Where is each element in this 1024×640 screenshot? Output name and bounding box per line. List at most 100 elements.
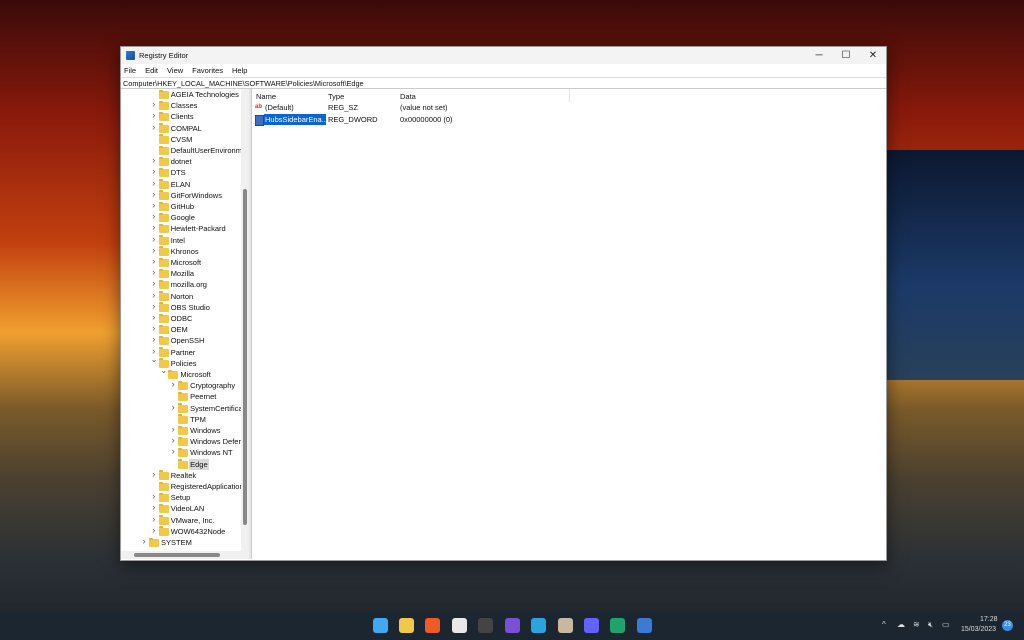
minimize-button[interactable]: ─: [805, 47, 833, 64]
menu-help[interactable]: Help: [232, 66, 247, 75]
chevron-right-icon[interactable]: ›: [151, 312, 157, 322]
tree-horizontal-scrollbar[interactable]: [121, 551, 249, 559]
tree-item[interactable]: › Windows: [121, 424, 249, 436]
chevron-right-icon[interactable]: ›: [151, 200, 157, 210]
edge-dev-icon[interactable]: [610, 618, 625, 633]
tree-item[interactable]: › OBS Studio: [121, 301, 249, 313]
tree-item[interactable]: AGEIA Technologies: [121, 89, 249, 100]
tree-item[interactable]: › Partner: [121, 346, 249, 358]
close-button[interactable]: ✕: [859, 47, 887, 64]
tree-item[interactable]: ⌄ Policies: [121, 355, 249, 369]
menu-view[interactable]: View: [167, 66, 183, 75]
tree-item[interactable]: › ODBC: [121, 312, 249, 324]
telegram-icon[interactable]: [531, 618, 546, 633]
chevron-right-icon[interactable]: ›: [151, 234, 157, 244]
chevron-right-icon[interactable]: ›: [151, 245, 157, 255]
column-header-type[interactable]: Type: [328, 91, 344, 101]
column-header-data[interactable]: Data: [400, 91, 416, 101]
scroll-thumb[interactable]: [243, 189, 247, 525]
tree-item[interactable]: › VMware, Inc.: [121, 514, 249, 526]
chevron-right-icon[interactable]: ›: [151, 334, 157, 344]
chevron-down-icon[interactable]: ⌄: [160, 366, 167, 375]
app-icon[interactable]: [637, 618, 652, 633]
chevron-right-icon[interactable]: ›: [151, 525, 157, 535]
tree-item[interactable]: › OEM: [121, 323, 249, 335]
mastodon-icon[interactable]: [584, 618, 599, 633]
tree-item[interactable]: › Intel: [121, 234, 249, 246]
tree-item[interactable]: Peernet: [121, 391, 249, 402]
clock-time[interactable]: 17:28: [980, 616, 998, 623]
tree-item[interactable]: › Mozilla: [121, 267, 249, 279]
brave-icon[interactable]: [425, 618, 440, 633]
tree-item[interactable]: › Windows NT: [121, 446, 249, 458]
scroll-thumb[interactable]: [134, 553, 220, 557]
chevron-right-icon[interactable]: ›: [151, 290, 157, 300]
chevron-right-icon[interactable]: ›: [151, 491, 157, 501]
wifi-icon[interactable]: ≋: [913, 620, 920, 629]
tree-item[interactable]: › Classes: [121, 99, 249, 111]
tree-item[interactable]: › Khronos: [121, 245, 249, 257]
tree-item[interactable]: TPM: [121, 414, 249, 425]
onedrive-icon[interactable]: ☁: [897, 620, 905, 629]
start-icon[interactable]: [373, 618, 388, 633]
tree-item[interactable]: › Google: [121, 211, 249, 223]
chevron-right-icon[interactable]: ›: [151, 469, 157, 479]
chevron-right-icon[interactable]: ›: [151, 256, 157, 266]
tree-item[interactable]: › OpenSSH: [121, 334, 249, 346]
pane-splitter[interactable]: [249, 89, 252, 559]
maximize-button[interactable]: ☐: [832, 47, 860, 64]
tree-item[interactable]: DefaultUserEnvironme: [121, 145, 249, 156]
chevron-right-icon[interactable]: ›: [151, 267, 157, 277]
file-explorer-icon[interactable]: [399, 618, 414, 633]
tree-item[interactable]: › Hewlett-Packard: [121, 222, 249, 234]
chevron-right-icon[interactable]: ›: [170, 379, 176, 389]
terminal-icon[interactable]: [478, 618, 493, 633]
chevron-right-icon[interactable]: ›: [151, 155, 157, 165]
chevron-right-icon[interactable]: ›: [151, 211, 157, 221]
menu-edit[interactable]: Edit: [145, 66, 158, 75]
store-icon[interactable]: [452, 618, 467, 633]
menu-file[interactable]: File: [124, 66, 136, 75]
chevron-right-icon[interactable]: ›: [141, 536, 147, 546]
tree-item[interactable]: › Cryptography: [121, 379, 249, 391]
tree-item[interactable]: ⌄ Microsoft: [121, 366, 249, 380]
regedit-icon[interactable]: [558, 618, 573, 633]
obsidian-icon[interactable]: [505, 618, 520, 633]
chevron-right-icon[interactable]: ›: [151, 122, 157, 132]
tree-item[interactable]: › Setup: [121, 491, 249, 503]
chevron-right-icon[interactable]: ›: [170, 402, 176, 412]
title-bar[interactable]: Registry Editor ─ ☐ ✕: [121, 47, 886, 64]
tree-item[interactable]: › Clients: [121, 110, 249, 122]
chevron-right-icon[interactable]: ›: [151, 222, 157, 232]
tree-item[interactable]: › VideoLAN: [121, 502, 249, 514]
tree-item[interactable]: CVSM: [121, 134, 249, 145]
chevron-right-icon[interactable]: ›: [151, 323, 157, 333]
clock-date[interactable]: 15/03/2023: [961, 626, 996, 633]
tree-item[interactable]: › Windows Defer: [121, 435, 249, 447]
chevron-right-icon[interactable]: ›: [151, 514, 157, 524]
notification-badge[interactable]: 23: [1002, 620, 1013, 631]
tree-item[interactable]: › DTS: [121, 166, 249, 178]
chevron-right-icon[interactable]: ›: [151, 99, 157, 109]
list-row-selected[interactable]: HubsSidebarEna... REG_DWORD 0x00000000 (…: [253, 114, 886, 126]
chevron-right-icon[interactable]: ›: [151, 189, 157, 199]
tree-item[interactable]: › GitHub: [121, 200, 249, 212]
chevron-right-icon[interactable]: ›: [151, 502, 157, 512]
menu-favorites[interactable]: Favorites: [192, 66, 223, 75]
chevron-right-icon[interactable]: ›: [170, 435, 176, 445]
tree-item[interactable]: › SystemCertificat: [121, 402, 249, 414]
battery-icon[interactable]: ▭: [942, 620, 950, 629]
chevron-right-icon[interactable]: ›: [151, 178, 157, 188]
tree-item[interactable]: › Microsoft: [121, 256, 249, 268]
tree-item[interactable]: Edge: [121, 458, 249, 470]
list-row[interactable]: ab (Default) REG_SZ (value not set): [253, 102, 886, 113]
chevron-right-icon[interactable]: ›: [151, 301, 157, 311]
chevron-right-icon[interactable]: ›: [170, 424, 176, 434]
tree-item[interactable]: › Realtek: [121, 469, 249, 481]
tree-item[interactable]: › SYSTEM: [121, 536, 249, 548]
tree-item[interactable]: › Norton: [121, 290, 249, 302]
address-bar[interactable]: Computer\HKEY_LOCAL_MACHINE\SOFTWARE\Pol…: [121, 77, 886, 89]
tree-item[interactable]: RegisteredApplication: [121, 481, 249, 492]
tree-item[interactable]: › GitForWindows: [121, 189, 249, 201]
tree-item[interactable]: › dotnet: [121, 155, 249, 167]
